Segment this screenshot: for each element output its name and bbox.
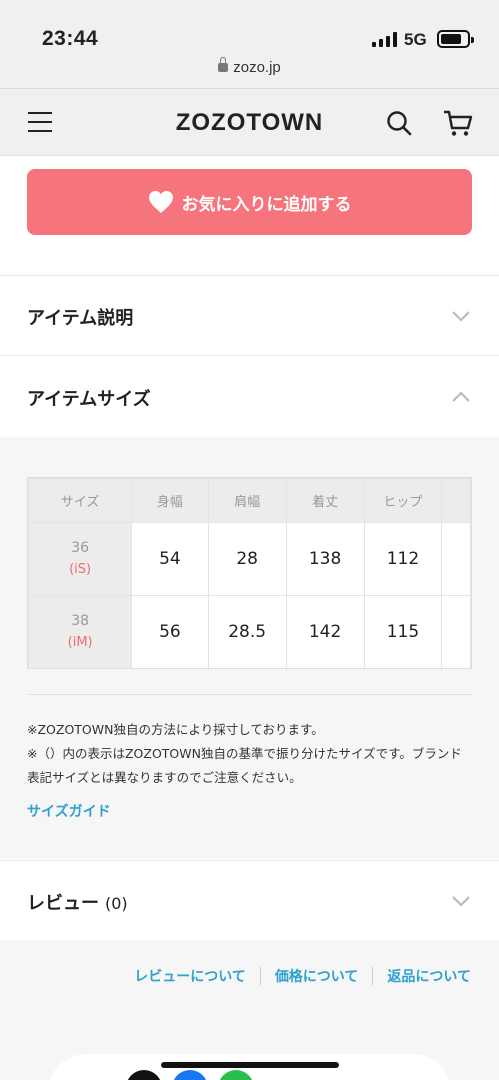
url-bar[interactable]: zozo.jp [0,57,499,76]
item-description-section[interactable]: アイテム説明 [0,276,499,356]
header-size: サイズ [28,478,133,523]
size-value: 54 [131,522,209,596]
status-bar: 23:44 5G zozo.jp [0,0,499,89]
review-count: (0) [105,894,128,913]
size-table-header: サイズ 身幅 肩幅 着丈 ヒップ [28,478,471,523]
zozo-size-mark: (iM) [67,635,93,650]
size-value: 28.5 [207,595,287,668]
review-title: レビュー (0) [27,893,128,914]
battery-icon [437,30,474,48]
review-section[interactable]: レビュー (0) [0,860,499,940]
header-shoulder: 肩幅 [207,478,287,523]
size-panel: サイズ 身幅 肩幅 着丈 ヒップ 36 (iS) 54 28 138 112 3… [0,437,499,859]
add-favorite-button[interactable]: お気に入りに追加する [27,169,472,235]
site-header: ZOZOTOWN [0,90,499,156]
table-row: 36 (iS) 54 28 138 112 [28,522,471,596]
size-value: 115 [363,595,443,668]
size-label: 38 [71,613,90,629]
network-type: 5G [404,30,427,49]
chevron-up-icon [452,391,470,402]
chevron-down-icon [452,896,470,907]
footer-area: レビューについて 価格について 返品について [0,940,499,1080]
clock: 23:44 [42,27,99,50]
lock-icon [218,57,229,72]
size-value: 56 [131,595,209,668]
note-measurement: ※ZOZOTOWN独自の方法により採寸しております。 [27,722,324,737]
item-detail-content: お気に入りに追加する アイテム説明 アイテムサイズ サイズ 身幅 肩幅 着丈 ヒ… [0,156,499,1080]
size-table: サイズ 身幅 肩幅 着丈 ヒップ 36 (iS) 54 28 138 112 3… [28,478,471,668]
about-returns-link[interactable]: 返品について [387,966,471,986]
add-favorite-label: お気に入りに追加する [181,194,352,215]
size-value-overflow [441,595,471,668]
divider [27,694,472,695]
item-size-title: アイテムサイズ [27,389,151,410]
home-indicator [161,1062,339,1068]
size-label: 36 [71,540,90,556]
site-logo[interactable]: ZOZOTOWN [0,109,499,137]
size-value: 138 [285,522,365,596]
footer-links: レビューについて 価格について 返品について [134,966,471,986]
size-value-overflow [441,522,471,596]
size-value: 112 [363,522,443,596]
search-icon[interactable] [386,110,412,136]
size-label-cell: 36 (iS) [28,522,133,596]
size-value: 142 [285,595,365,668]
url-text: zozo.jp [233,59,281,76]
header-length: 着丈 [285,478,365,523]
item-description-title: アイテム説明 [27,308,134,329]
chevron-down-icon [452,311,470,322]
table-row: 38 (iM) 56 28.5 142 115 [28,595,471,668]
heart-icon [148,191,173,213]
size-table-scroll[interactable]: サイズ 身幅 肩幅 着丈 ヒップ 36 (iS) 54 28 138 112 3… [27,477,472,669]
note-size-classification: ※（）内の表示はZOZOTOWN独自の基準で振り分けたサイズです。ブランド表記サ… [27,746,462,785]
size-notes: ※ZOZOTOWN独自の方法により採寸しております。 ※（）内の表示はZOZOT… [27,718,472,790]
size-guide-link[interactable]: サイズガイド [27,801,111,821]
header-hip: ヒップ [363,478,443,523]
size-label-cell: 38 (iM) [28,595,133,668]
item-size-section[interactable]: アイテムサイズ [0,357,499,437]
cart-icon[interactable] [443,109,473,137]
signal-icon [372,32,397,47]
zozo-size-mark: (iS) [69,562,92,577]
about-prices-link[interactable]: 価格について [275,966,359,986]
about-reviews-link[interactable]: レビューについて [134,966,246,986]
size-value: 28 [207,522,287,596]
header-chest: 身幅 [131,478,209,523]
link-separator [372,967,374,985]
header-overflow [441,478,471,523]
link-separator [259,967,261,985]
